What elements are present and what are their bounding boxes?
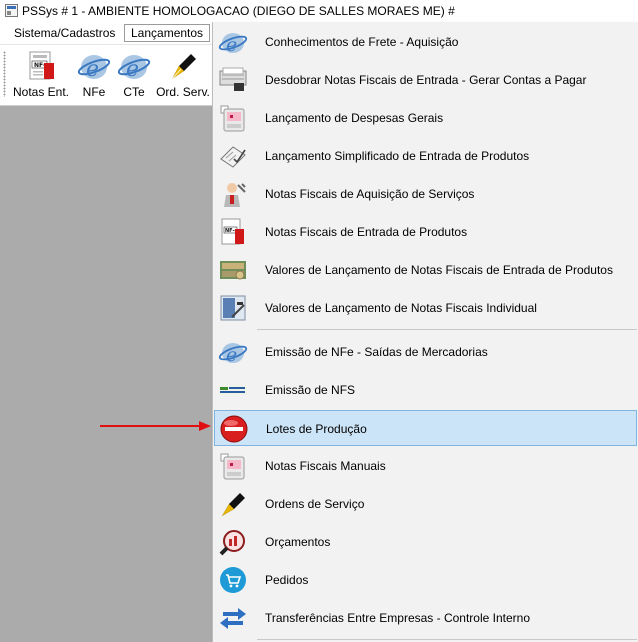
no-entry-icon [220,415,248,443]
menu-item-label: Conhecimentos de Frete - Aquisição [265,35,459,49]
printer-icon [219,67,247,91]
menu-item-label: Valores de Lançamento de Notas Fiscais I… [265,301,537,315]
toolbar-label: CTe [123,85,145,99]
e-globe-icon: e [77,55,111,82]
menu-item-label: Desdobrar Notas Fiscais de Entrada - Ger… [265,73,587,87]
technician-icon [224,183,246,207]
menu-item-label: Notas Fiscais Manuais [265,459,386,473]
menu-item-label: Pedidos [265,573,309,587]
svg-text:e: e [226,34,237,56]
app-icon [5,4,18,17]
toolbar-button-notas-ent[interactable]: NF-e Notas Ent. [12,49,70,101]
menu-lancamentos[interactable]: Lançamentos [124,24,211,42]
nfe-document-icon: NF-e [29,51,54,80]
menu-separator [257,639,637,640]
menu-item-entrada-produtos[interactable]: NF-e Notas Fiscais de Entrada de Produto… [214,214,637,250]
e-globe-icon: e [117,55,151,82]
menu-item-label: Emissão de NFS [265,383,356,397]
menu-item-desdobrar-notas[interactable]: Desdobrar Notas Fiscais de Entrada - Ger… [214,62,637,98]
menu-item-lotes-producao[interactable]: Lotes de Produção [214,410,637,446]
nfs-logo-icon [219,385,247,395]
toolbar-label: NFe [82,85,106,99]
menu-item-label: Lançamento Simplificado de Entrada de Pr… [265,149,530,163]
magnifier-chart-icon [219,530,245,556]
menu-item-label: Orçamentos [265,535,331,549]
shopping-cart-icon [220,567,246,593]
cash-register-icon [220,453,245,480]
money-stack-icon [220,261,246,280]
e-globe-icon: e [218,343,248,366]
menu-item-aquisicao-servicos[interactable]: Notas Fiscais de Aquisição de Serviços [214,176,637,212]
nfe-document-icon: NF-e [221,218,244,245]
svg-text:e: e [226,344,237,366]
menu-item-notas-manuais[interactable]: Notas Fiscais Manuais [214,448,637,484]
e-globe-icon: e [218,33,248,56]
menu-item-label: Emissão de NFe - Saídas de Mercadorias [265,345,488,359]
svg-text:e: e [126,57,139,82]
menu-item-valores-entrada-produtos[interactable]: Valores de Lançamento de Notas Fiscais d… [214,252,637,288]
menu-separator [257,329,637,330]
menu-item-despesas-gerais[interactable]: Lançamento de Despesas Gerais [214,100,637,136]
menu-sistema-cadastros[interactable]: Sistema/Cadastros [8,25,121,41]
menu-item-ordens-servico[interactable]: Ordens de Serviço [214,486,637,522]
toolbar-button-nfe[interactable]: e NFe [76,49,112,101]
menu-item-label: Transferências Entre Empresas - Controle… [265,611,531,625]
clipboard-check-icon [220,146,246,168]
menu-item-emissao-nfs[interactable]: Emissão de NFS [214,372,637,408]
menu-item-conhecimentos-frete[interactable]: e Conhecimentos de Frete - Aquisição [214,24,637,60]
toolbar-button-cte[interactable]: e CTe [116,49,152,101]
menu-item-emissao-nfe[interactable]: e Emissão de NFe - Saídas de Mercadorias [214,334,637,370]
toolbar-button-ord-serv[interactable]: Ord. Serv. [156,49,210,101]
menu-item-label: Lotes de Produção [266,422,367,436]
menu-item-label: Lançamento de Despesas Gerais [265,111,444,125]
toolbar-label: Notas Ent. [12,85,70,99]
menu-item-label: Notas Fiscais de Entrada de Produtos [265,225,468,239]
pen-nib-icon [171,54,196,80]
calculator-icon [220,295,246,321]
toolbar-grip[interactable] [3,51,6,97]
menu-item-lancamento-simplificado[interactable]: Lançamento Simplificado de Entrada de Pr… [214,138,637,174]
lancamentos-dropdown-menu: e Conhecimentos de Frete - Aquisição Des… [212,22,638,642]
transfer-arrows-icon [220,608,246,629]
menu-item-transferencias[interactable]: Transferências Entre Empresas - Controle… [214,600,637,636]
annotation-arrow-icon [100,421,211,431]
window-title: PSSys # 1 - AMBIENTE HOMOLOGACAO (DIEGO … [22,4,455,18]
menu-item-valores-individual[interactable]: Valores de Lançamento de Notas Fiscais I… [214,290,637,326]
menu-item-label: Notas Fiscais de Aquisição de Serviços [265,187,475,201]
toolbar-label: Ord. Serv. [156,85,210,99]
title-bar: PSSys # 1 - AMBIENTE HOMOLOGACAO (DIEGO … [0,0,638,22]
menu-item-label: Valores de Lançamento de Notas Fiscais d… [265,263,613,277]
menu-item-orcamentos[interactable]: Orçamentos [214,524,637,560]
pen-nib-icon [222,493,245,516]
menu-item-pedidos[interactable]: Pedidos [214,562,637,598]
svg-text:e: e [86,57,99,82]
menu-item-label: Ordens de Serviço [265,497,365,511]
cash-register-icon [220,105,245,132]
